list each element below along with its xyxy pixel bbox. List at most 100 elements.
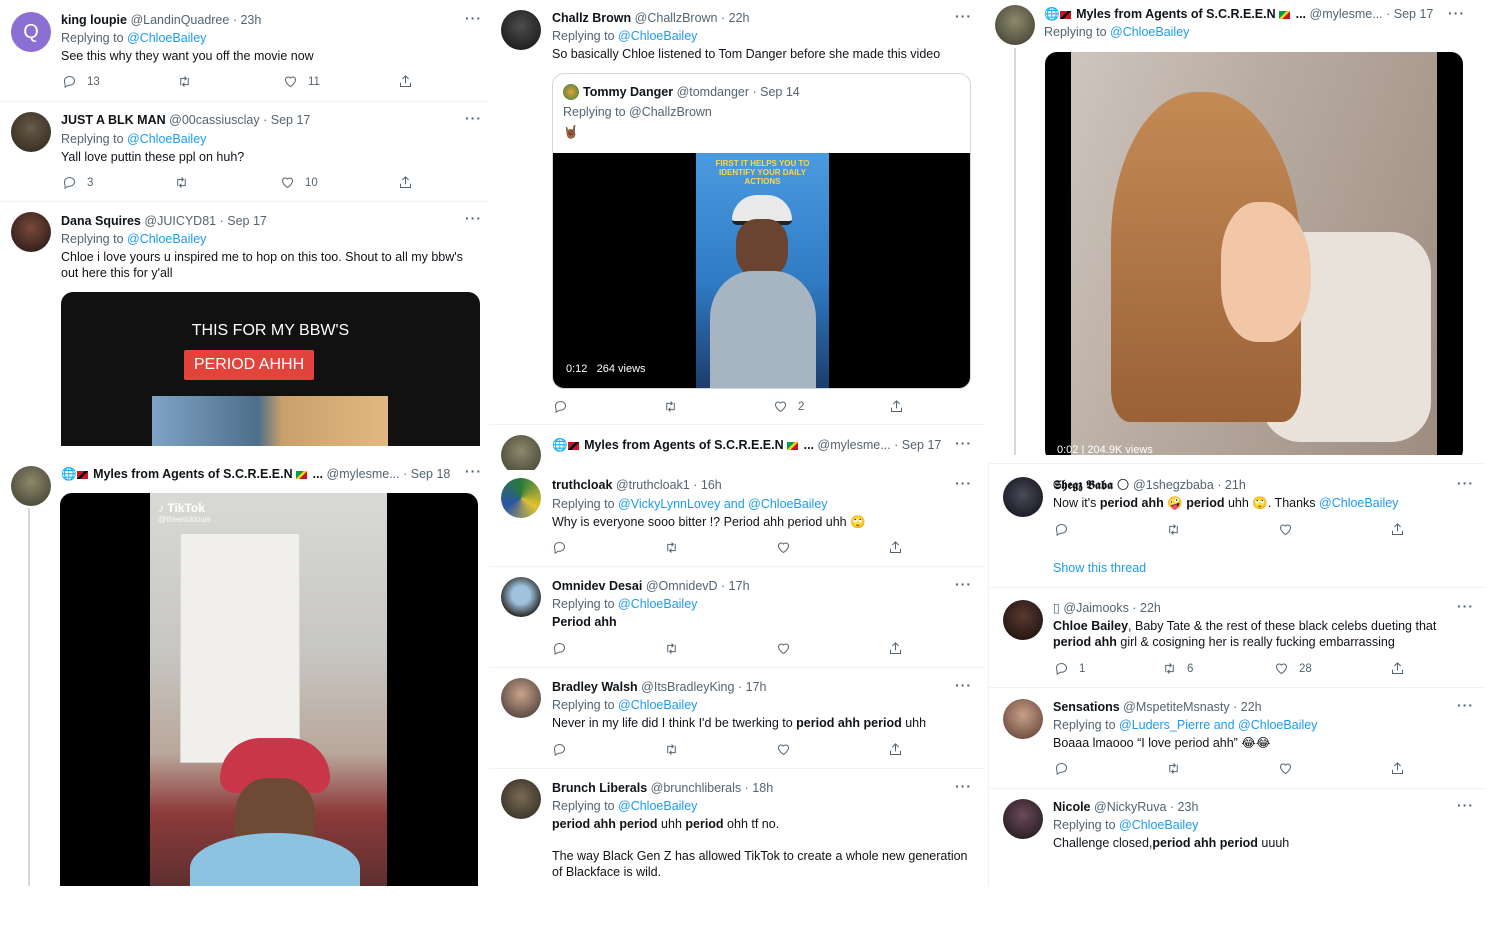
like-button[interactable]: 2 <box>773 399 804 414</box>
more-icon[interactable]: ··· <box>1457 475 1474 491</box>
reply-button[interactable] <box>552 742 567 757</box>
avatar[interactable] <box>1003 600 1043 640</box>
retweet-button[interactable] <box>664 540 679 555</box>
retweet-button[interactable] <box>663 399 678 414</box>
author-name[interactable]: Challz Brown <box>552 11 631 25</box>
avatar[interactable] <box>11 466 51 506</box>
tweet-shegz-baba[interactable]: 𝕾𝖍𝖊𝖌𝖟 𝕭𝖆𝖇𝖆 🌕 @1shegzbaba · 21h ··· Now i… <box>989 464 1485 588</box>
share-button[interactable] <box>1390 761 1405 776</box>
avatar[interactable] <box>501 779 541 819</box>
more-icon[interactable]: ··· <box>465 210 482 226</box>
like-button[interactable] <box>776 641 791 656</box>
avatar[interactable] <box>501 678 541 718</box>
more-icon[interactable]: ··· <box>1457 598 1474 614</box>
author-handle[interactable]: @MspetiteMsnasty <box>1123 700 1229 714</box>
avatar[interactable] <box>995 5 1035 45</box>
tweet-sensations[interactable]: Sensations @MspetiteMsnasty · 22h ··· Re… <box>989 688 1485 788</box>
author-name[interactable]: truthcloak <box>552 478 612 492</box>
retweet-button[interactable]: 6 <box>1162 661 1193 676</box>
tweet-time[interactable]: · 21h <box>1217 478 1246 492</box>
share-button[interactable] <box>398 74 413 89</box>
tweet-brunch-liberals[interactable]: Brunch Liberals @brunchliberals · 18h ··… <box>489 769 984 886</box>
tweet-bradley-walsh[interactable]: Bradley Walsh @ItsBradleyKing · 17h ··· … <box>489 668 984 768</box>
avatar[interactable] <box>1003 699 1043 739</box>
author-name[interactable]: Bradley Walsh <box>552 680 638 694</box>
author-name[interactable]: Brunch Liberals <box>552 781 647 795</box>
reply-button[interactable] <box>1054 761 1069 776</box>
retweet-button[interactable] <box>664 742 679 757</box>
reply-mention[interactable]: @ChloeBailey <box>618 29 697 43</box>
more-icon[interactable]: ··· <box>955 8 972 24</box>
tweet-time[interactable]: · 22h <box>1132 601 1161 615</box>
reply-mention[interactable]: @ChloeBailey <box>127 232 206 246</box>
avatar[interactable] <box>501 478 541 518</box>
author-handle[interactable]: @mylesme... <box>818 438 891 452</box>
avatar[interactable] <box>501 577 541 617</box>
author-name[interactable]: JUST A BLK MAN <box>61 113 166 127</box>
author-handle[interactable]: @OmnidevD <box>646 579 718 593</box>
author-handle[interactable]: @brunchliberals <box>651 781 742 795</box>
author-name[interactable]: Sensations <box>1053 700 1120 714</box>
like-button[interactable] <box>776 540 791 555</box>
tweet-time[interactable]: · Sep 17 <box>220 214 267 228</box>
reply-mention[interactable]: @ChloeBailey <box>618 799 697 813</box>
reply-button[interactable] <box>1054 522 1069 537</box>
more-icon[interactable]: ··· <box>465 10 482 26</box>
tweet-time[interactable]: · Sep 17 <box>1386 7 1433 21</box>
tweet-time[interactable]: · 16h <box>693 478 722 492</box>
retweet-button[interactable] <box>174 175 189 190</box>
author-handle[interactable]: @truthcloak1 <box>616 478 690 492</box>
like-button[interactable] <box>1278 761 1293 776</box>
share-button[interactable] <box>1390 661 1405 676</box>
author-name[interactable]: king loupie <box>61 13 127 27</box>
tweet-time[interactable]: · Sep 18 <box>403 467 450 481</box>
tweet-time[interactable]: · 23h <box>1170 800 1199 814</box>
reply-button[interactable] <box>552 540 567 555</box>
tweet-video[interactable]: ♪ TikTok @theericklouis <box>60 493 478 886</box>
author-name[interactable]: Myles from Agents of S.C.R.E.E.N <box>93 467 293 481</box>
tweet-video[interactable]: THIS FOR MY BBW'S PERIOD AHHH <box>61 292 480 446</box>
author-handle[interactable]: @NickyRuva <box>1094 800 1166 814</box>
tweet-time[interactable]: · 22h <box>1233 700 1262 714</box>
quoted-tweet[interactable]: Tommy Danger @tomdanger · Sep 14 Replyin… <box>552 73 971 389</box>
retweet-button[interactable] <box>1166 522 1181 537</box>
avatar[interactable] <box>1003 477 1043 517</box>
tweet-myles-partial[interactable]: 🌐 Myles from Agents of S.C.R.E.E.N ... @… <box>489 425 984 476</box>
reply-button[interactable] <box>553 399 568 414</box>
more-icon[interactable]: ··· <box>955 475 972 491</box>
tweet-time[interactable]: · Sep 17 <box>263 113 310 127</box>
reply-button[interactable]: 1 <box>1054 661 1085 676</box>
more-icon[interactable]: ··· <box>1448 5 1465 21</box>
author-handle[interactable]: @ItsBradleyKing <box>641 680 734 694</box>
reply-mention[interactable]: @ChloeBailey <box>618 597 697 611</box>
retweet-button[interactable] <box>177 74 192 89</box>
author-name[interactable]: Omnidev Desai <box>552 579 642 593</box>
reply-mention[interactable]: @Luders_Pierre and @ChloeBailey <box>1119 718 1317 732</box>
author-handle[interactable]: @JUICYD81 <box>144 214 216 228</box>
more-icon[interactable]: ··· <box>465 463 482 479</box>
author-handle[interactable]: @00cassiusclay <box>169 113 260 127</box>
avatar[interactable] <box>1003 799 1043 839</box>
author-handle[interactable]: @mylesme... <box>327 467 400 481</box>
avatar[interactable] <box>11 212 51 252</box>
share-button[interactable] <box>888 540 903 555</box>
tweet-time[interactable]: · Sep 17 <box>894 438 941 452</box>
author-name[interactable]: Myles from Agents of S.C.R.E.E.N <box>1076 7 1276 21</box>
like-button[interactable] <box>776 742 791 757</box>
avatar[interactable] <box>11 112 51 152</box>
share-button[interactable] <box>398 175 413 190</box>
author-handle[interactable]: @Jaimooks <box>1063 601 1129 615</box>
share-button[interactable] <box>888 742 903 757</box>
tweet-just-a-blk-man[interactable]: JUST A BLK MAN @00cassiusclay · Sep 17 ·… <box>0 102 488 202</box>
avatar[interactable] <box>501 10 541 50</box>
author-handle[interactable]: @mylesme... <box>1310 7 1383 21</box>
more-icon[interactable]: ··· <box>1457 797 1474 813</box>
avatar[interactable] <box>501 435 541 475</box>
more-icon[interactable]: ··· <box>955 778 972 794</box>
show-thread-link[interactable]: Show this thread <box>1053 561 1146 575</box>
like-button[interactable]: 28 <box>1274 661 1312 676</box>
author-handle[interactable]: @1shegzbaba <box>1133 478 1214 492</box>
reply-mention[interactable]: @ChloeBailey <box>1110 25 1189 39</box>
more-icon[interactable]: ··· <box>1457 697 1474 713</box>
retweet-button[interactable] <box>664 641 679 656</box>
